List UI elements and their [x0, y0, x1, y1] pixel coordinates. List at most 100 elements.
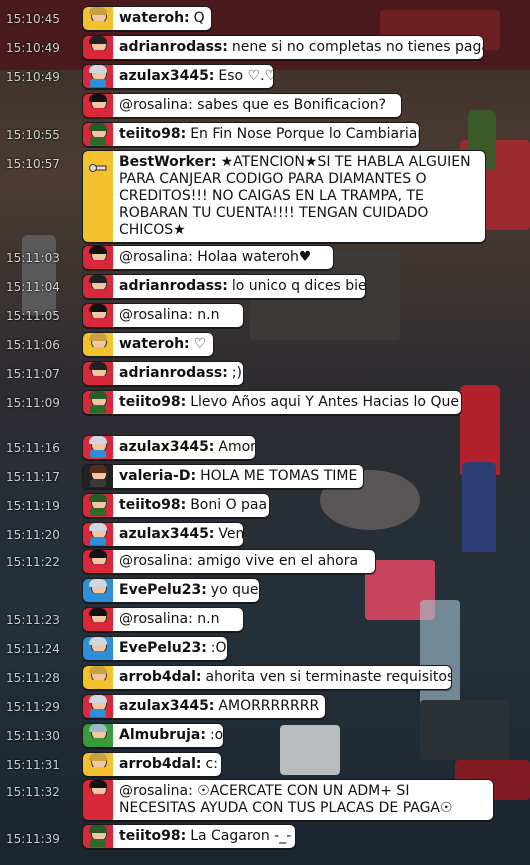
username[interactable]: arrob4dal:: [119, 756, 202, 772]
chat-bubble[interactable]: valeria-D: HOLA ME TOMAS TIME: [82, 464, 364, 489]
message-body: @rosalina: ☉ACERCATE CON UN ADM+ SI NECE…: [119, 783, 453, 816]
avatar-icon[interactable]: [86, 753, 110, 775]
avatar-icon[interactable]: [86, 304, 110, 326]
chat-bubble[interactable]: @rosalina: n.n: [82, 607, 244, 632]
chat-bubble[interactable]: teiito98: La Cagaron -_-: [82, 824, 296, 849]
chat-bubble[interactable]: BestWorker: ★ATENCION★SI TE HABLA ALGUIEN…: [82, 150, 486, 243]
avatar-icon[interactable]: [86, 436, 110, 458]
avatar-icon[interactable]: [86, 825, 110, 847]
avatar-icon[interactable]: [86, 391, 110, 413]
message-text: @rosalina: sabes que es Bonificacion?: [113, 94, 401, 117]
username[interactable]: BestWorker:: [119, 154, 217, 170]
avatar-icon[interactable]: [86, 123, 110, 145]
username[interactable]: adrianrodass:: [119, 39, 228, 55]
timestamp: 15:11:07: [6, 367, 60, 381]
username[interactable]: teiito98:: [119, 394, 186, 410]
avatar-icon[interactable]: [86, 780, 110, 802]
avatar-icon[interactable]: [86, 579, 110, 601]
bubble-color-strip: [83, 695, 113, 718]
chat-bubble[interactable]: @rosalina: ☉ACERCATE CON UN ADM+ SI NECE…: [82, 779, 494, 821]
chat-bubble[interactable]: wateroh: ♡: [82, 332, 214, 357]
avatar-icon[interactable]: [86, 695, 110, 717]
chat-bubble[interactable]: teiito98: Llevo Años aqui Y Antes Hacias …: [82, 390, 462, 415]
avatar-figure-armor[interactable]: [462, 462, 496, 552]
message-text: wateroh: Q: [113, 7, 211, 30]
username[interactable]: adrianrodass:: [119, 365, 228, 381]
username[interactable]: teiito98:: [119, 828, 186, 844]
printer: [280, 725, 340, 775]
avatar-icon[interactable]: [86, 465, 110, 487]
avatar-icon[interactable]: [86, 7, 110, 29]
message-text: Almubruja::o: [113, 724, 223, 747]
message-body: Q: [193, 10, 205, 26]
message-text: azulax3445: AMORRRRRRR: [113, 695, 325, 718]
username[interactable]: teiito98:: [119, 497, 186, 513]
username[interactable]: Almubruja:: [119, 727, 206, 743]
avatar-icon[interactable]: [86, 637, 110, 659]
avatar-icon[interactable]: [86, 494, 110, 516]
username[interactable]: valeria-D:: [119, 468, 196, 484]
message-text: @rosalina: n.n: [113, 304, 243, 327]
avatar-icon[interactable]: [86, 333, 110, 355]
avatar-icon[interactable]: [86, 550, 110, 572]
bubble-color-strip: [83, 304, 113, 327]
avatar-icon[interactable]: [86, 94, 110, 116]
message-body: nene si no completas no tienes paga: [231, 39, 484, 55]
timestamp: 15:11:22: [6, 555, 60, 569]
avatar-icon[interactable]: [86, 36, 110, 58]
chat-bubble[interactable]: EvePelu23: yo que: [82, 578, 260, 603]
timestamp: 15:11:23: [6, 613, 60, 627]
chat-bubble[interactable]: @rosalina: n.n: [82, 303, 244, 328]
username[interactable]: azulax3445:: [119, 439, 214, 455]
avatar-icon[interactable]: [86, 275, 110, 297]
bubble-color-strip: [83, 65, 113, 88]
timestamp: 15:11:24: [6, 642, 60, 656]
chat-bubble[interactable]: azulax3445: Ven: [82, 522, 244, 547]
username[interactable]: azulax3445:: [119, 698, 214, 714]
chat-bubble[interactable]: azulax3445: Eso ♡.♡: [82, 64, 274, 89]
chat-bubble[interactable]: Almubruja::o: [82, 723, 224, 748]
chat-bubble[interactable]: arrob4dal: ahorita ven si terminaste requ…: [82, 665, 452, 690]
message-body: Ven: [218, 526, 244, 542]
timestamp: 15:11:31: [6, 758, 60, 772]
avatar-figure-grey[interactable]: [22, 235, 56, 315]
message-text: @rosalina: n.n: [113, 608, 243, 631]
username[interactable]: teiito98:: [119, 126, 186, 142]
chat-bubble[interactable]: wateroh: Q: [82, 6, 212, 31]
bubble-color-strip: [83, 637, 113, 660]
username[interactable]: EvePelu23:: [119, 640, 207, 656]
username[interactable]: arrob4dal:: [119, 669, 202, 685]
chat-bubble[interactable]: EvePelu23::O: [82, 636, 228, 661]
username[interactable]: adrianrodass:: [119, 278, 228, 294]
avatar-icon[interactable]: [86, 65, 110, 87]
chat-bubble[interactable]: @rosalina: amigo vive en el ahora: [82, 549, 376, 574]
chat-bubble[interactable]: arrob4dal: c:: [82, 752, 222, 777]
timestamp: 15:11:19: [6, 499, 60, 513]
username[interactable]: azulax3445:: [119, 68, 214, 84]
timestamp: 15:11:16: [6, 441, 60, 455]
chat-bubble[interactable]: adrianrodass: nene si no completas no tie…: [82, 35, 484, 60]
chat-bubble[interactable]: azulax3445: AMORRRRRRR: [82, 694, 326, 719]
chat-bubble[interactable]: teiito98: Boni O paa: [82, 493, 270, 518]
timestamp: 15:10:45: [6, 12, 60, 26]
avatar-icon[interactable]: [86, 523, 110, 545]
message-body: ;): [231, 365, 243, 381]
chat-bubble[interactable]: azulax3445: Amor: [82, 435, 256, 460]
username[interactable]: EvePelu23:: [119, 582, 207, 598]
avatar-icon[interactable]: [86, 246, 110, 268]
username[interactable]: wateroh:: [119, 10, 190, 26]
avatar-icon[interactable]: [86, 666, 110, 688]
avatar-icon[interactable]: [86, 608, 110, 630]
wrench-icon: [89, 157, 107, 172]
chat-bubble[interactable]: @rosalina: Holaa wateroh♥: [82, 245, 334, 270]
message-body: @rosalina: n.n: [119, 307, 220, 323]
chat-bubble[interactable]: adrianrodass:;): [82, 361, 244, 386]
message-body: lo unico q dices bien: [231, 278, 366, 294]
username[interactable]: wateroh:: [119, 336, 190, 352]
avatar-icon[interactable]: [86, 724, 110, 746]
chat-bubble[interactable]: @rosalina: sabes que es Bonificacion?: [82, 93, 402, 118]
avatar-icon[interactable]: [86, 362, 110, 384]
chat-bubble[interactable]: teiito98: En Fin Nose Porque lo Cambiaria…: [82, 122, 420, 147]
chat-bubble[interactable]: adrianrodass: lo unico q dices bien: [82, 274, 366, 299]
username[interactable]: azulax3445:: [119, 526, 214, 542]
